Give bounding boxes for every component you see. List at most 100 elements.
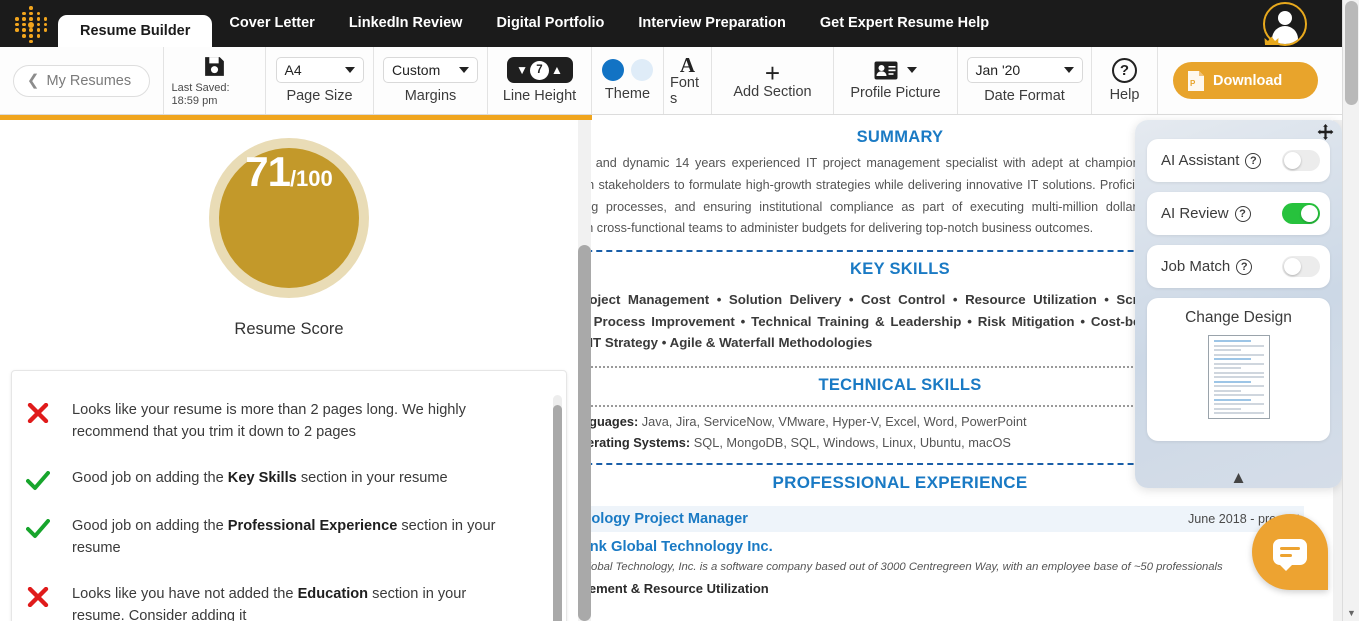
add-section-label: Add Section xyxy=(733,83,812,100)
id-card-icon xyxy=(874,61,898,79)
score-circle: 71 /100 xyxy=(219,148,359,288)
thumbnail-line xyxy=(1213,407,1241,410)
ai-panel-collapse-button[interactable]: ▲ xyxy=(1230,469,1247,486)
tab-digital-portfolio[interactable]: Digital Portfolio xyxy=(479,0,621,47)
dotted-diamond-logo-icon xyxy=(11,6,49,44)
ai-card-left: AI Assistant? xyxy=(1161,152,1262,169)
line-height-label: Line Height xyxy=(502,88,577,104)
thumbnail-line xyxy=(1213,376,1264,378)
help-question-icon[interactable]: ? xyxy=(1236,258,1253,275)
chevron-up-icon[interactable]: ▲ xyxy=(551,64,563,76)
page-size-select[interactable]: A4 xyxy=(275,57,364,83)
chevron-down-icon[interactable] xyxy=(907,67,917,73)
bubble-line-2 xyxy=(1280,554,1292,557)
feedback-text: Good job on adding the Key Skills sectio… xyxy=(72,470,448,486)
resume-horizontal-scrollbar[interactable] xyxy=(578,245,591,621)
tab-cover-letter[interactable]: Cover Letter xyxy=(212,0,331,47)
resume-builder-app: Resume Builder Cover Letter LinkedIn Revie… xyxy=(0,0,1359,621)
download-button[interactable]: P Download xyxy=(1173,62,1318,99)
chevron-left-icon: ❮ xyxy=(26,72,40,89)
download-label: Download xyxy=(1213,72,1283,89)
thumbnail-line xyxy=(1213,380,1251,383)
fonts-label: Font s xyxy=(670,74,700,107)
editor-toolbar: ❮ My Resumes Last Saved: 18:59 pm A4 Pag… xyxy=(0,47,1359,115)
date-format-select[interactable]: Jan '20 xyxy=(966,57,1083,83)
feedback-text: Good job on adding the Professional Expe… xyxy=(72,518,496,556)
margins-cell: Custom Margins xyxy=(374,47,488,114)
ai-card-label: AI Review xyxy=(1161,205,1229,222)
feedback-text: Looks like you have not added the Educat… xyxy=(72,586,467,621)
last-saved-label: Last Saved: 18:59 pm xyxy=(171,81,230,107)
help-question-icon[interactable]: ? xyxy=(1234,205,1251,222)
change-design-card[interactable]: Change Design xyxy=(1147,298,1330,441)
chat-bubble-icon xyxy=(1273,539,1307,571)
date-format-value: Jan '20 xyxy=(975,62,1021,78)
feedback-text: Looks like your resume is more than 2 pa… xyxy=(72,402,466,440)
my-resumes-label: My Resumes xyxy=(46,72,132,89)
ai-tools-panel: AI Assistant? AI Review? Job Match? Change… xyxy=(1135,120,1342,488)
app-logo[interactable] xyxy=(0,0,58,47)
resume-experience-list: Senior Technology Project ManagerJune 20… xyxy=(591,505,1304,596)
toggle-switch[interactable] xyxy=(1282,256,1320,277)
feedback-card: Looks like your resume is more than 2 pa… xyxy=(11,370,567,621)
thumbnail-line xyxy=(1213,367,1241,369)
date-format-cell: Jan '20 Date Format xyxy=(958,47,1092,114)
chevron-down-icon[interactable]: ▼ xyxy=(516,64,528,76)
avatar[interactable] xyxy=(1263,2,1309,48)
help-question-icon[interactable]: ? xyxy=(1245,152,1262,169)
ai-card-left: AI Review? xyxy=(1161,205,1251,222)
help-label: Help xyxy=(1109,87,1140,103)
toggle-switch[interactable] xyxy=(1282,150,1320,171)
cross-icon xyxy=(26,583,50,607)
page-scrollbar[interactable]: ▲ ▼ xyxy=(1342,0,1359,621)
cross-icon xyxy=(26,399,50,423)
add-section-cell[interactable]: + Add Section xyxy=(712,47,834,114)
toggle-switch[interactable] xyxy=(1282,203,1320,224)
line-height-stepper[interactable]: ▼ 7 ▲ xyxy=(506,57,573,83)
feedback-item: Good job on adding the Key Skills sectio… xyxy=(26,467,552,491)
tab-interview-preparation[interactable]: Interview Preparation xyxy=(621,0,802,47)
help-cell[interactable]: ? Help xyxy=(1092,47,1158,114)
experience-company: Deutsche Bank Global Technology Inc. xyxy=(591,538,773,555)
thumbnail-line xyxy=(1213,371,1264,374)
margins-select[interactable]: Custom xyxy=(383,57,478,83)
fonts-cell[interactable]: A Font s xyxy=(664,47,712,114)
check-icon xyxy=(26,467,50,491)
theme-color-secondary[interactable] xyxy=(631,59,653,81)
tab-get-expert-resume-help[interactable]: Get Expert Resume Help xyxy=(803,0,1006,47)
bubble-line-1 xyxy=(1280,547,1300,550)
thumbnail-line xyxy=(1213,389,1241,392)
ai-card-job-match: Job Match? xyxy=(1147,245,1330,288)
tab-linkedin-review[interactable]: LinkedIn Review xyxy=(332,0,480,47)
move-handle-icon[interactable] xyxy=(1317,124,1334,141)
feedback-scrollbar[interactable] xyxy=(553,395,562,621)
thumbnail-line xyxy=(1213,340,1251,342)
chat-support-button[interactable] xyxy=(1252,514,1328,590)
tab-resume-builder[interactable]: Resume Builder xyxy=(58,15,213,47)
main-tab-list: Resume Builder Cover Letter LinkedIn Revie… xyxy=(58,0,1006,47)
avatar-head xyxy=(1278,11,1292,25)
ai-card-left: Job Match? xyxy=(1161,258,1253,275)
profile-picture-cell[interactable]: Profile Picture xyxy=(834,47,958,114)
score-wrapper: 71 /100 Resume Score xyxy=(0,120,578,339)
theme-color-primary[interactable] xyxy=(602,59,624,81)
my-resumes-button[interactable]: ❮ My Resumes xyxy=(12,64,151,97)
save-status-cell[interactable]: Last Saved: 18:59 pm xyxy=(164,47,266,114)
plus-icon: + xyxy=(764,57,781,88)
page-size-cell: A4 Page Size xyxy=(266,47,374,114)
score-ring: 71 /100 xyxy=(209,138,369,298)
ai-card-ai-review: AI Review? xyxy=(1147,192,1330,235)
help-question-icon: ? xyxy=(1112,58,1137,83)
page-scrollbar-thumb[interactable] xyxy=(1345,1,1358,105)
scroll-down-arrow-icon[interactable]: ▼ xyxy=(1343,604,1359,621)
theme-cell: Theme xyxy=(592,47,664,114)
crown-icon xyxy=(1264,36,1279,45)
feedback-item: Looks like your resume is more than 2 pa… xyxy=(26,399,552,443)
feedback-item: Looks like you have not added the Educat… xyxy=(26,583,552,621)
theme-label: Theme xyxy=(604,86,651,102)
profile-picture-control[interactable] xyxy=(874,61,917,80)
experience-entry: Senior Technology Project ManagerJune 20… xyxy=(591,505,1304,596)
feedback-scrollbar-thumb[interactable] xyxy=(553,405,562,621)
page-size-value: A4 xyxy=(284,62,302,78)
thumbnail-line xyxy=(1213,353,1264,356)
